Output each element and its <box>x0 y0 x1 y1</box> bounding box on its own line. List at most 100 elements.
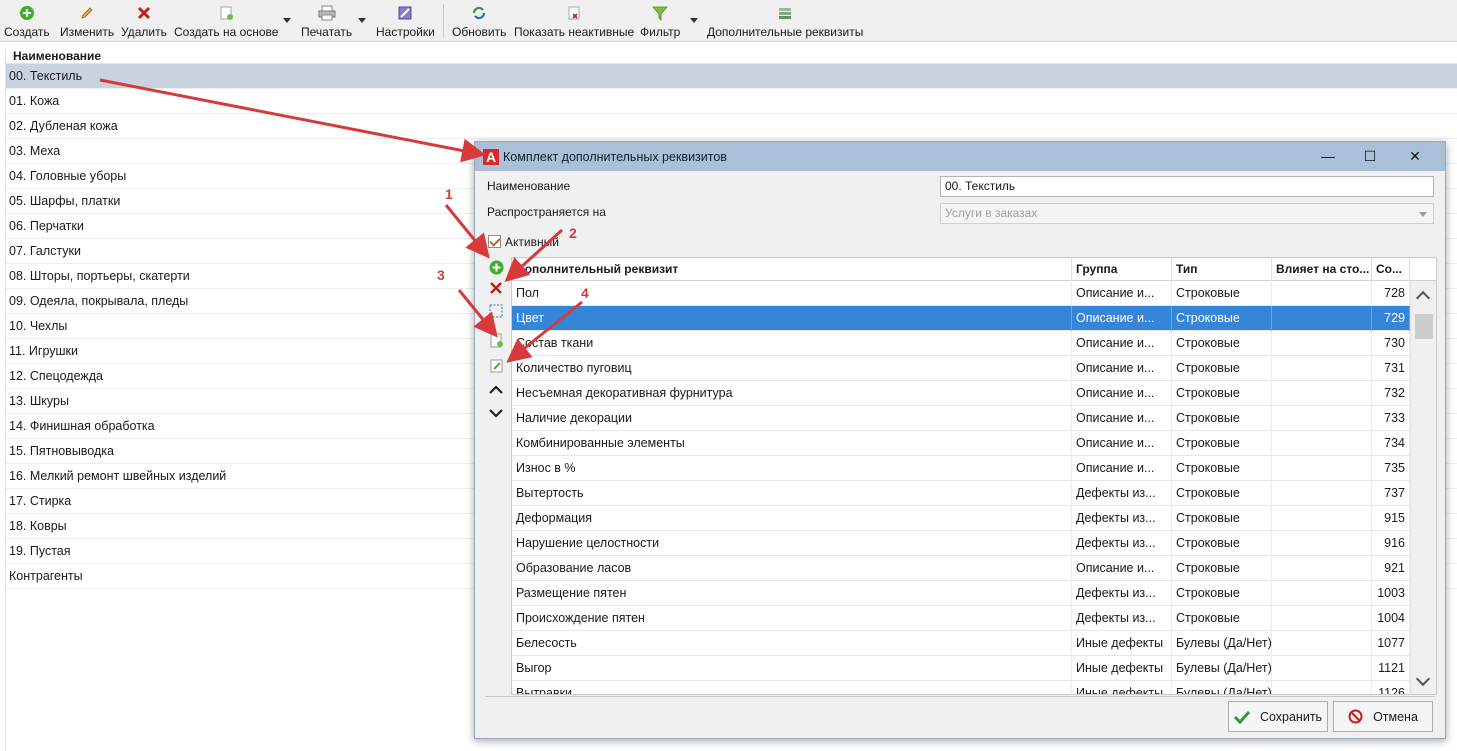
table-row[interactable]: Вытравки Иные дефекты Булевы (Да/Нет) 1126 <box>512 681 1410 694</box>
grid-vertical-scrollbar[interactable] <box>1410 281 1436 694</box>
table-row[interactable]: Нарушение целостности Дефекты из... Строко… <box>512 531 1410 556</box>
scroll-down-icon[interactable] <box>1415 671 1431 687</box>
props-grid[interactable]: Дополнительный реквизит Группа Тип Влияе… <box>511 257 1437 695</box>
scroll-up-icon[interactable] <box>1415 290 1431 306</box>
move-down-button[interactable] <box>487 404 505 422</box>
col-header-prop[interactable]: Дополнительный реквизит <box>512 258 1072 281</box>
list-item[interactable]: 00. Текстиль <box>6 64 1457 89</box>
refresh-label: Обновить <box>452 25 507 39</box>
applies-to-value: Услуги в заказах <box>945 206 1038 220</box>
save-button[interactable]: Сохранить <box>1228 701 1328 732</box>
create-button[interactable]: Создать <box>4 4 50 40</box>
app-logo-icon: A <box>483 148 499 165</box>
refresh-button[interactable]: Обновить <box>452 4 506 40</box>
cell-prop: Несъемная декоративная фурнитура <box>512 381 1072 406</box>
delete-button[interactable]: Удалить <box>121 4 167 40</box>
table-row[interactable]: Образование ласов Описание и... Строковые 9… <box>512 556 1410 581</box>
print-label: Печатать <box>301 25 353 39</box>
applies-to-select[interactable]: Услуги в заказах <box>940 203 1434 224</box>
cell-type: Булевы (Да/Нет) <box>1172 656 1272 681</box>
create-based-dropdown-icon[interactable] <box>283 18 291 23</box>
extra-props-set-dialog: A Комплект дополнительных реквизитов — ☐… <box>474 141 1446 739</box>
print-dropdown-icon[interactable] <box>358 18 366 23</box>
cell-type: Строковые <box>1172 331 1272 356</box>
copy-row-button[interactable] <box>487 331 505 349</box>
table-row[interactable]: Выгор Иные дефекты Булевы (Да/Нет) 1121 <box>512 656 1410 681</box>
table-row[interactable]: Белесость Иные дефекты Булевы (Да/Нет) 1077 <box>512 631 1410 656</box>
table-row[interactable]: Пол Описание и... Строковые 728 <box>512 281 1410 306</box>
table-row[interactable]: Наличие декорации Описание и... Строковые 7… <box>512 406 1410 431</box>
col-header-type[interactable]: Тип <box>1172 258 1272 281</box>
cell-type: Строковые <box>1172 606 1272 631</box>
create-based-button[interactable]: Создать на основе <box>174 4 278 40</box>
list-header-name[interactable]: Наименование <box>6 48 1457 64</box>
scroll-thumb[interactable] <box>1415 314 1433 339</box>
extra-props-button[interactable]: Дополнительные реквизиты <box>707 4 863 40</box>
cancel-button[interactable]: Отмена <box>1333 701 1433 732</box>
add-row-button[interactable] <box>487 258 505 276</box>
select-button[interactable] <box>487 302 505 320</box>
table-row[interactable]: Происхождение пятен Дефекты из... Строковы… <box>512 606 1410 631</box>
edit-document-icon <box>490 359 502 372</box>
table-row[interactable]: Состав ткани Описание и... Строковые 730 <box>512 331 1410 356</box>
table-row[interactable]: Цвет Описание и... Строковые 729 <box>512 306 1410 331</box>
table-row[interactable]: Деформация Дефекты из... Строковые 915 <box>512 506 1410 531</box>
create-based-label: Создать на основе <box>174 25 279 39</box>
cell-group: Описание и... <box>1072 356 1172 381</box>
name-input[interactable]: 00. Текстиль <box>940 176 1434 197</box>
edit-button[interactable]: Изменить <box>60 4 114 40</box>
cancel-label: Отмена <box>1373 709 1418 724</box>
extra-props-label: Дополнительные реквизиты <box>707 25 864 39</box>
col-header-code[interactable]: Со... <box>1372 258 1410 281</box>
list-item[interactable]: 02. Дубленая кожа <box>6 114 1457 139</box>
cell-affects-cost <box>1272 656 1372 681</box>
show-inactive-label: Показать неактивные <box>514 25 635 39</box>
red-cross-icon <box>490 282 502 294</box>
remove-row-button[interactable] <box>487 279 505 297</box>
show-inactive-button[interactable]: Показать неактивные <box>514 4 634 40</box>
table-row[interactable]: Комбинированные элементы Описание и... Стр… <box>512 431 1410 456</box>
cell-prop: Вытравки <box>512 681 1072 694</box>
cell-group: Дефекты из... <box>1072 531 1172 556</box>
print-button[interactable]: Печатать <box>301 4 352 40</box>
table-row[interactable]: Количество пуговиц Описание и... Строковые… <box>512 356 1410 381</box>
props-stack-icon <box>776 4 794 22</box>
cell-affects-cost <box>1272 581 1372 606</box>
settings-button[interactable]: Настройки <box>376 4 435 40</box>
cell-group: Дефекты из... <box>1072 581 1172 606</box>
forbidden-icon <box>1348 709 1363 724</box>
list-item[interactable]: 01. Кожа <box>6 89 1457 114</box>
table-row[interactable]: Размещение пятен Дефекты из... Строковые 10… <box>512 581 1410 606</box>
table-row[interactable]: Износ в % Описание и... Строковые 735 <box>512 456 1410 481</box>
cell-prop: Деформация <box>512 506 1072 531</box>
table-row[interactable]: Несъемная декоративная фурнитура Описание… <box>512 381 1410 406</box>
maximize-button[interactable]: ☐ <box>1355 146 1385 166</box>
edit-label: Изменить <box>60 25 115 39</box>
col-header-affects-cost[interactable]: Влияет на сто... <box>1272 258 1372 281</box>
close-button[interactable]: ✕ <box>1400 146 1430 166</box>
dialog-title-bar[interactable]: A Комплект дополнительных реквизитов — ☐… <box>475 142 1445 171</box>
cell-type: Строковые <box>1172 506 1272 531</box>
cell-type: Строковые <box>1172 306 1272 331</box>
edit-row-button[interactable] <box>487 356 505 374</box>
minimize-button[interactable]: — <box>1313 146 1343 166</box>
col-header-group[interactable]: Группа <box>1072 258 1172 281</box>
cell-group: Дефекты из... <box>1072 481 1172 506</box>
filter-button[interactable]: Фильтр <box>640 4 680 40</box>
filter-label: Фильтр <box>640 25 681 39</box>
cell-group: Дефекты из... <box>1072 506 1172 531</box>
printer-icon <box>318 4 336 22</box>
cell-code: 734 <box>1372 431 1410 456</box>
active-checkbox[interactable] <box>488 235 501 248</box>
cell-affects-cost <box>1272 306 1372 331</box>
table-row[interactable]: Вытертость Дефекты из... Строковые 737 <box>512 481 1410 506</box>
cell-prop: Белесость <box>512 631 1072 656</box>
filter-dropdown-icon[interactable] <box>690 18 698 23</box>
move-up-button[interactable] <box>487 381 505 399</box>
cell-code: 916 <box>1372 531 1410 556</box>
annotation-number-1: 1 <box>445 186 453 202</box>
cell-affects-cost <box>1272 331 1372 356</box>
cell-affects-cost <box>1272 431 1372 456</box>
cell-type: Строковые <box>1172 581 1272 606</box>
cell-group: Описание и... <box>1072 331 1172 356</box>
